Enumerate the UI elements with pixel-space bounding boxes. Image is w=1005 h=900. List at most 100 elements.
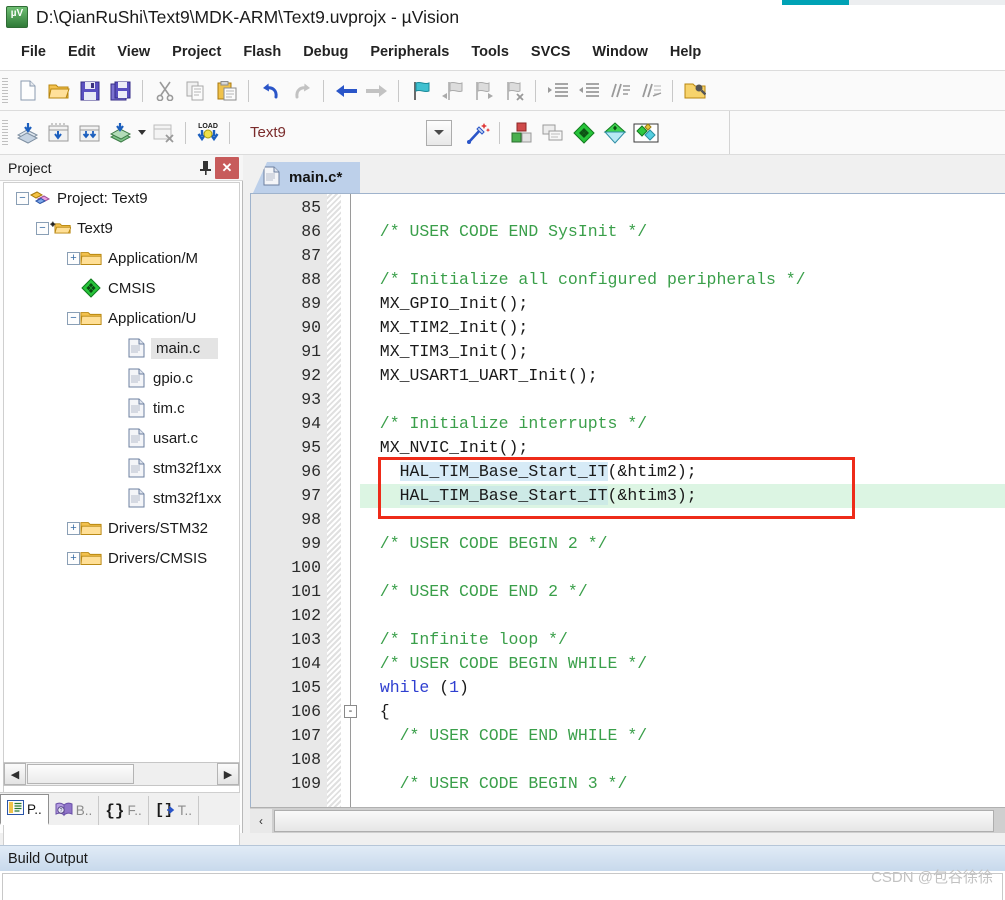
tree-expander-collapse-icon[interactable]: − <box>67 311 80 325</box>
folder-icon <box>80 247 102 269</box>
main-toolbar <box>0 70 1005 111</box>
comment-lines-icon[interactable] <box>604 76 635 106</box>
bookmark-prev-icon[interactable] <box>436 76 467 106</box>
editor-tab-main-c[interactable]: main.c* <box>253 162 361 193</box>
uncomment-lines-icon[interactable] <box>635 76 666 106</box>
menu-flash[interactable]: Flash <box>232 41 292 63</box>
toolbar-empty-area <box>729 111 1005 154</box>
scrollbar-thumb[interactable] <box>274 809 994 832</box>
cut-icon[interactable] <box>149 76 180 106</box>
menu-peripherals[interactable]: Peripherals <box>359 41 460 63</box>
code-editor[interactable]: 85 86 87 88 89 90 91 92 93 94 95 96 97 9… <box>250 193 1005 808</box>
tree-expander-expand-icon[interactable]: + <box>67 521 80 535</box>
bookmark-toggle-icon[interactable] <box>405 76 436 106</box>
project-panel-title: Project <box>8 159 52 176</box>
pack-installer-icon[interactable] <box>568 118 599 148</box>
batch-build-dropdown-icon[interactable] <box>136 118 148 148</box>
tree-item-stm32f1xx-1[interactable]: stm32f1xx <box>4 453 239 483</box>
navigate-forward-icon[interactable] <box>361 76 392 106</box>
line-number-gutter: 85 86 87 88 89 90 91 92 93 94 95 96 97 9… <box>251 194 341 808</box>
code-text-area[interactable]: /* USER CODE END SysInit */ /* Initializ… <box>360 194 1005 808</box>
tree-item-application-mdk[interactable]: + Application/M <box>4 243 239 273</box>
toolbar-separator <box>535 79 536 102</box>
editor-hscrollbar[interactable]: ‹ <box>250 807 1005 833</box>
tree-item-stm32f1xx-2[interactable]: stm32f1xx <box>4 483 239 513</box>
toolbar-grip[interactable] <box>2 119 8 146</box>
c-file-icon <box>125 337 147 359</box>
menu-view[interactable]: View <box>106 41 161 63</box>
indent-decrease-icon[interactable] <box>573 76 604 106</box>
stop-build-icon[interactable] <box>148 118 179 148</box>
close-icon[interactable]: ✕ <box>215 156 239 179</box>
new-file-icon[interactable] <box>12 76 43 106</box>
scroll-left-arrow-icon[interactable]: ‹ <box>250 808 272 833</box>
menu-project[interactable]: Project <box>161 41 232 63</box>
scrollbar-thumb[interactable] <box>27 764 134 784</box>
tab-project[interactable]: P.. <box>0 794 49 825</box>
tab-templates[interactable]: [] T.. <box>149 796 200 825</box>
scroll-right-arrow-icon[interactable]: ▶ <box>217 763 239 785</box>
multi-project-icon[interactable] <box>537 118 568 148</box>
save-all-icon[interactable] <box>105 76 136 106</box>
tree-item-target[interactable]: − Text9 <box>4 213 239 243</box>
open-file-browse-icon[interactable] <box>679 76 710 106</box>
batch-build-icon[interactable] <box>105 118 136 148</box>
tree-expander-collapse-icon[interactable]: − <box>36 221 49 235</box>
menu-window[interactable]: Window <box>581 41 658 63</box>
tree-item-application-user[interactable]: − Application/U <box>4 303 239 333</box>
menu-file[interactable]: File <box>10 41 57 63</box>
configure-target-wizard-icon[interactable] <box>462 118 493 148</box>
chevron-down-icon[interactable] <box>426 119 452 146</box>
manage-runtime-env-icon[interactable] <box>506 118 537 148</box>
tab-books[interactable]: ? B.. <box>49 796 100 825</box>
pin-icon[interactable] <box>195 157 215 179</box>
tree-label: Text9 <box>77 219 113 237</box>
toolbar-grip[interactable] <box>2 77 8 104</box>
project-tree-hscrollbar[interactable]: ◀ ▶ <box>3 762 240 786</box>
toolbar-separator <box>323 79 324 102</box>
tree-expander-collapse-icon[interactable]: − <box>16 191 29 205</box>
tree-item-tim-c[interactable]: tim.c <box>4 393 239 423</box>
navigate-back-icon[interactable] <box>330 76 361 106</box>
line-number: 108 <box>291 750 321 769</box>
tree-item-drivers-stm32[interactable]: + Drivers/STM32 <box>4 513 239 543</box>
tree-item-drivers-cmsis[interactable]: + Drivers/CMSIS <box>4 543 239 573</box>
target-selector-value[interactable]: Text9 <box>242 119 426 146</box>
translate-file-icon[interactable] <box>12 118 43 148</box>
redo-icon[interactable] <box>286 76 317 106</box>
bookmark-next-icon[interactable] <box>467 76 498 106</box>
build-output-content[interactable] <box>2 873 1003 900</box>
tree-item-gpio-c[interactable]: gpio.c <box>4 363 239 393</box>
tree-expander-expand-icon[interactable]: + <box>67 551 80 565</box>
menu-help[interactable]: Help <box>659 41 712 63</box>
open-folder-icon[interactable] <box>43 76 74 106</box>
tree-item-cmsis[interactable]: CMSIS <box>4 273 239 303</box>
tab-functions[interactable]: {} F.. <box>99 796 149 825</box>
bookmark-clear-icon[interactable] <box>498 76 529 106</box>
manage-packs-icon[interactable] <box>599 118 630 148</box>
tree-item-project[interactable]: − Project: Text9 <box>4 183 239 213</box>
load-download-icon[interactable]: LOAD <box>192 118 223 148</box>
tree-item-main-c[interactable]: main.c <box>4 333 239 363</box>
fold-collapse-icon[interactable]: - <box>344 705 357 718</box>
menu-debug[interactable]: Debug <box>292 41 359 63</box>
software-packs-icon[interactable] <box>630 118 661 148</box>
line-number: 105 <box>291 678 321 697</box>
scroll-left-arrow-icon[interactable]: ◀ <box>4 763 26 785</box>
paste-icon[interactable] <box>211 76 242 106</box>
indent-increase-icon[interactable] <box>542 76 573 106</box>
tree-label: tim.c <box>153 399 185 417</box>
code-folding-rail[interactable]: - <box>342 194 360 808</box>
rebuild-all-icon[interactable] <box>74 118 105 148</box>
copy-icon[interactable] <box>180 76 211 106</box>
line-number: 106 <box>291 702 321 721</box>
line-number: 97 <box>301 486 321 505</box>
tree-item-usart-c[interactable]: usart.c <box>4 423 239 453</box>
menu-tools[interactable]: Tools <box>460 41 520 63</box>
build-target-icon[interactable] <box>43 118 74 148</box>
menu-svcs[interactable]: SVCS <box>520 41 582 63</box>
tree-expander-expand-icon[interactable]: + <box>67 251 80 265</box>
save-icon[interactable] <box>74 76 105 106</box>
menu-edit[interactable]: Edit <box>57 41 106 63</box>
undo-icon[interactable] <box>255 76 286 106</box>
